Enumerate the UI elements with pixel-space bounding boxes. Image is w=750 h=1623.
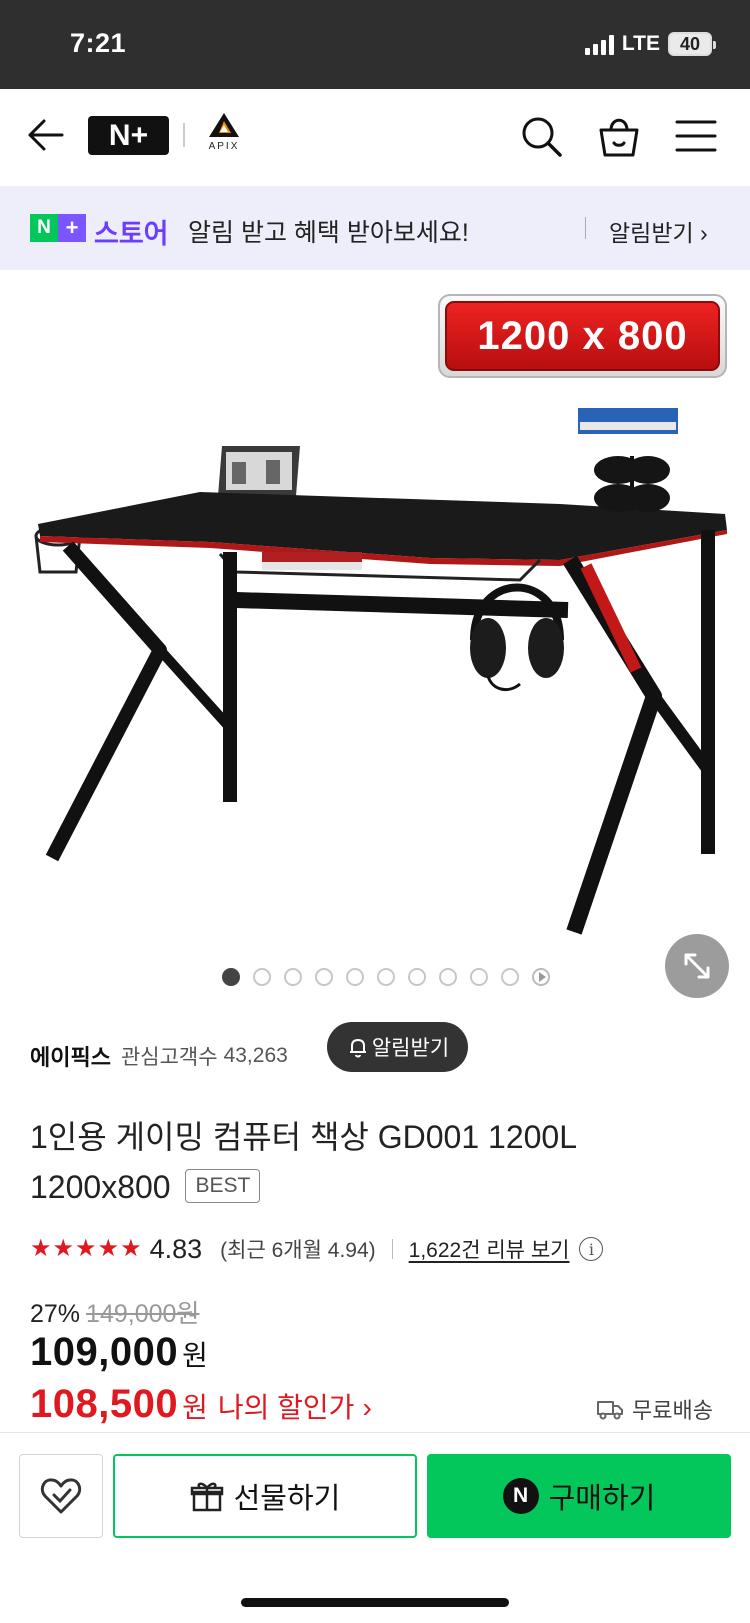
carousel-dot[interactable] — [439, 968, 457, 986]
star-rating-icon: ★ ★ ★ ★ ★ — [30, 1235, 142, 1262]
info-icon[interactable]: i — [579, 1237, 604, 1261]
naver-pay-icon: N — [502, 1478, 539, 1514]
search-icon[interactable] — [518, 113, 564, 159]
chevron-right-icon: › — [362, 1392, 372, 1423]
apix-brand-logo[interactable]: APIX — [198, 111, 250, 161]
fan-count: 43,263 — [223, 1044, 288, 1067]
promo-message: 알림 받고 혜택 받아보세요! — [188, 219, 469, 247]
carousel-dot[interactable] — [284, 968, 302, 986]
status-bar: 7:21 LTE 40 — [0, 0, 750, 89]
top-nav: N+ APIX — [0, 89, 750, 186]
naver-plus-logo[interactable]: N+ — [88, 116, 169, 155]
original-price: 149,000원 — [86, 1300, 200, 1328]
carousel-dot[interactable] — [408, 968, 426, 986]
my-discount-price: 108,500 — [30, 1382, 179, 1426]
promo-store-label: 스토어 — [94, 219, 169, 249]
truck-icon — [597, 1401, 623, 1420]
status-time: 7:21 — [70, 28, 127, 58]
menu-icon[interactable] — [673, 113, 719, 159]
seller-name[interactable]: 에이픽스 — [30, 1040, 111, 1072]
discount-percent: 27% — [30, 1300, 81, 1328]
network-label: LTE — [621, 32, 660, 55]
buy-button[interactable]: N 구매하기 — [427, 1454, 731, 1538]
carousel-dot[interactable] — [222, 968, 240, 986]
gift-icon — [190, 1482, 223, 1512]
expand-icon[interactable] — [665, 934, 729, 998]
carousel-dot[interactable] — [501, 968, 519, 986]
rating-divider — [391, 1239, 393, 1259]
gift-button[interactable]: 선물하기 — [113, 1454, 417, 1538]
my-price-link[interactable]: 108,500 원 나의 할인가 › — [30, 1382, 372, 1427]
store-alert-banner[interactable]: N + 스토어 알림 받고 혜택 받아보세요! 알림받기 › — [0, 186, 750, 270]
wishlist-button[interactable] — [19, 1454, 103, 1538]
rating-row: ★ ★ ★ ★ ★ 4.83 (최근 6개월 4.94) 1,622건 리뷰 보기 i — [30, 1232, 604, 1266]
seller-notify-button[interactable]: 알림받기 — [327, 1022, 468, 1072]
status-indicators: LTE 40 — [584, 32, 716, 56]
carousel-dot[interactable] — [346, 968, 364, 986]
shopping-bag-icon[interactable] — [596, 113, 642, 159]
seller-info: 에이픽스 관심고객수 43,263 — [30, 1040, 288, 1072]
nav-divider — [183, 123, 185, 147]
bottom-action-bar: 선물하기 N 구매하기 — [0, 1432, 750, 1623]
sale-price: 109,000 — [30, 1330, 179, 1374]
back-arrow-icon[interactable] — [26, 115, 66, 155]
signal-icon — [584, 33, 614, 55]
my-price-label: 나의 할인가 — [217, 1392, 355, 1423]
size-badge: 1200 x 800 — [438, 294, 727, 378]
promo-divider — [585, 217, 586, 239]
carousel-dot[interactable] — [253, 968, 271, 986]
sale-price-unit: 원 — [182, 1340, 208, 1371]
carousel-pagination — [0, 968, 750, 986]
rating-value: 4.83 — [149, 1233, 203, 1264]
carousel-dot[interactable] — [377, 968, 395, 986]
review-link[interactable]: 1,622건 리뷰 보기 — [409, 1234, 570, 1264]
shipping-info: 무료배송 — [596, 1393, 713, 1425]
carousel-dot[interactable] — [470, 968, 488, 986]
bell-plus-icon — [349, 1038, 366, 1058]
rating-recent: (최근 6개월 4.94) — [220, 1239, 376, 1262]
carousel-dot[interactable] — [315, 968, 333, 986]
best-badge: BEST — [185, 1169, 261, 1203]
home-indicator[interactable] — [241, 1598, 509, 1607]
sale-price-row: 109,000 원 — [30, 1330, 208, 1375]
product-title: 1인용 게이밍 컴퓨터 책상 GD001 1200L 1200x800 BEST — [30, 1119, 576, 1205]
video-play-icon[interactable] — [532, 968, 550, 986]
promo-notify-link[interactable]: 알림받기 › — [609, 214, 708, 248]
discount-row: 27% 149,000원 — [30, 1294, 199, 1330]
naver-plus-badge: N + — [30, 214, 86, 242]
fan-label: 관심고객수 — [120, 1046, 218, 1069]
my-price-unit: 원 — [182, 1392, 208, 1423]
heart-icon — [40, 1478, 82, 1514]
battery-icon: 40 — [668, 32, 716, 56]
product-image-carousel[interactable]: 1200 x 800 — [0, 270, 750, 1002]
